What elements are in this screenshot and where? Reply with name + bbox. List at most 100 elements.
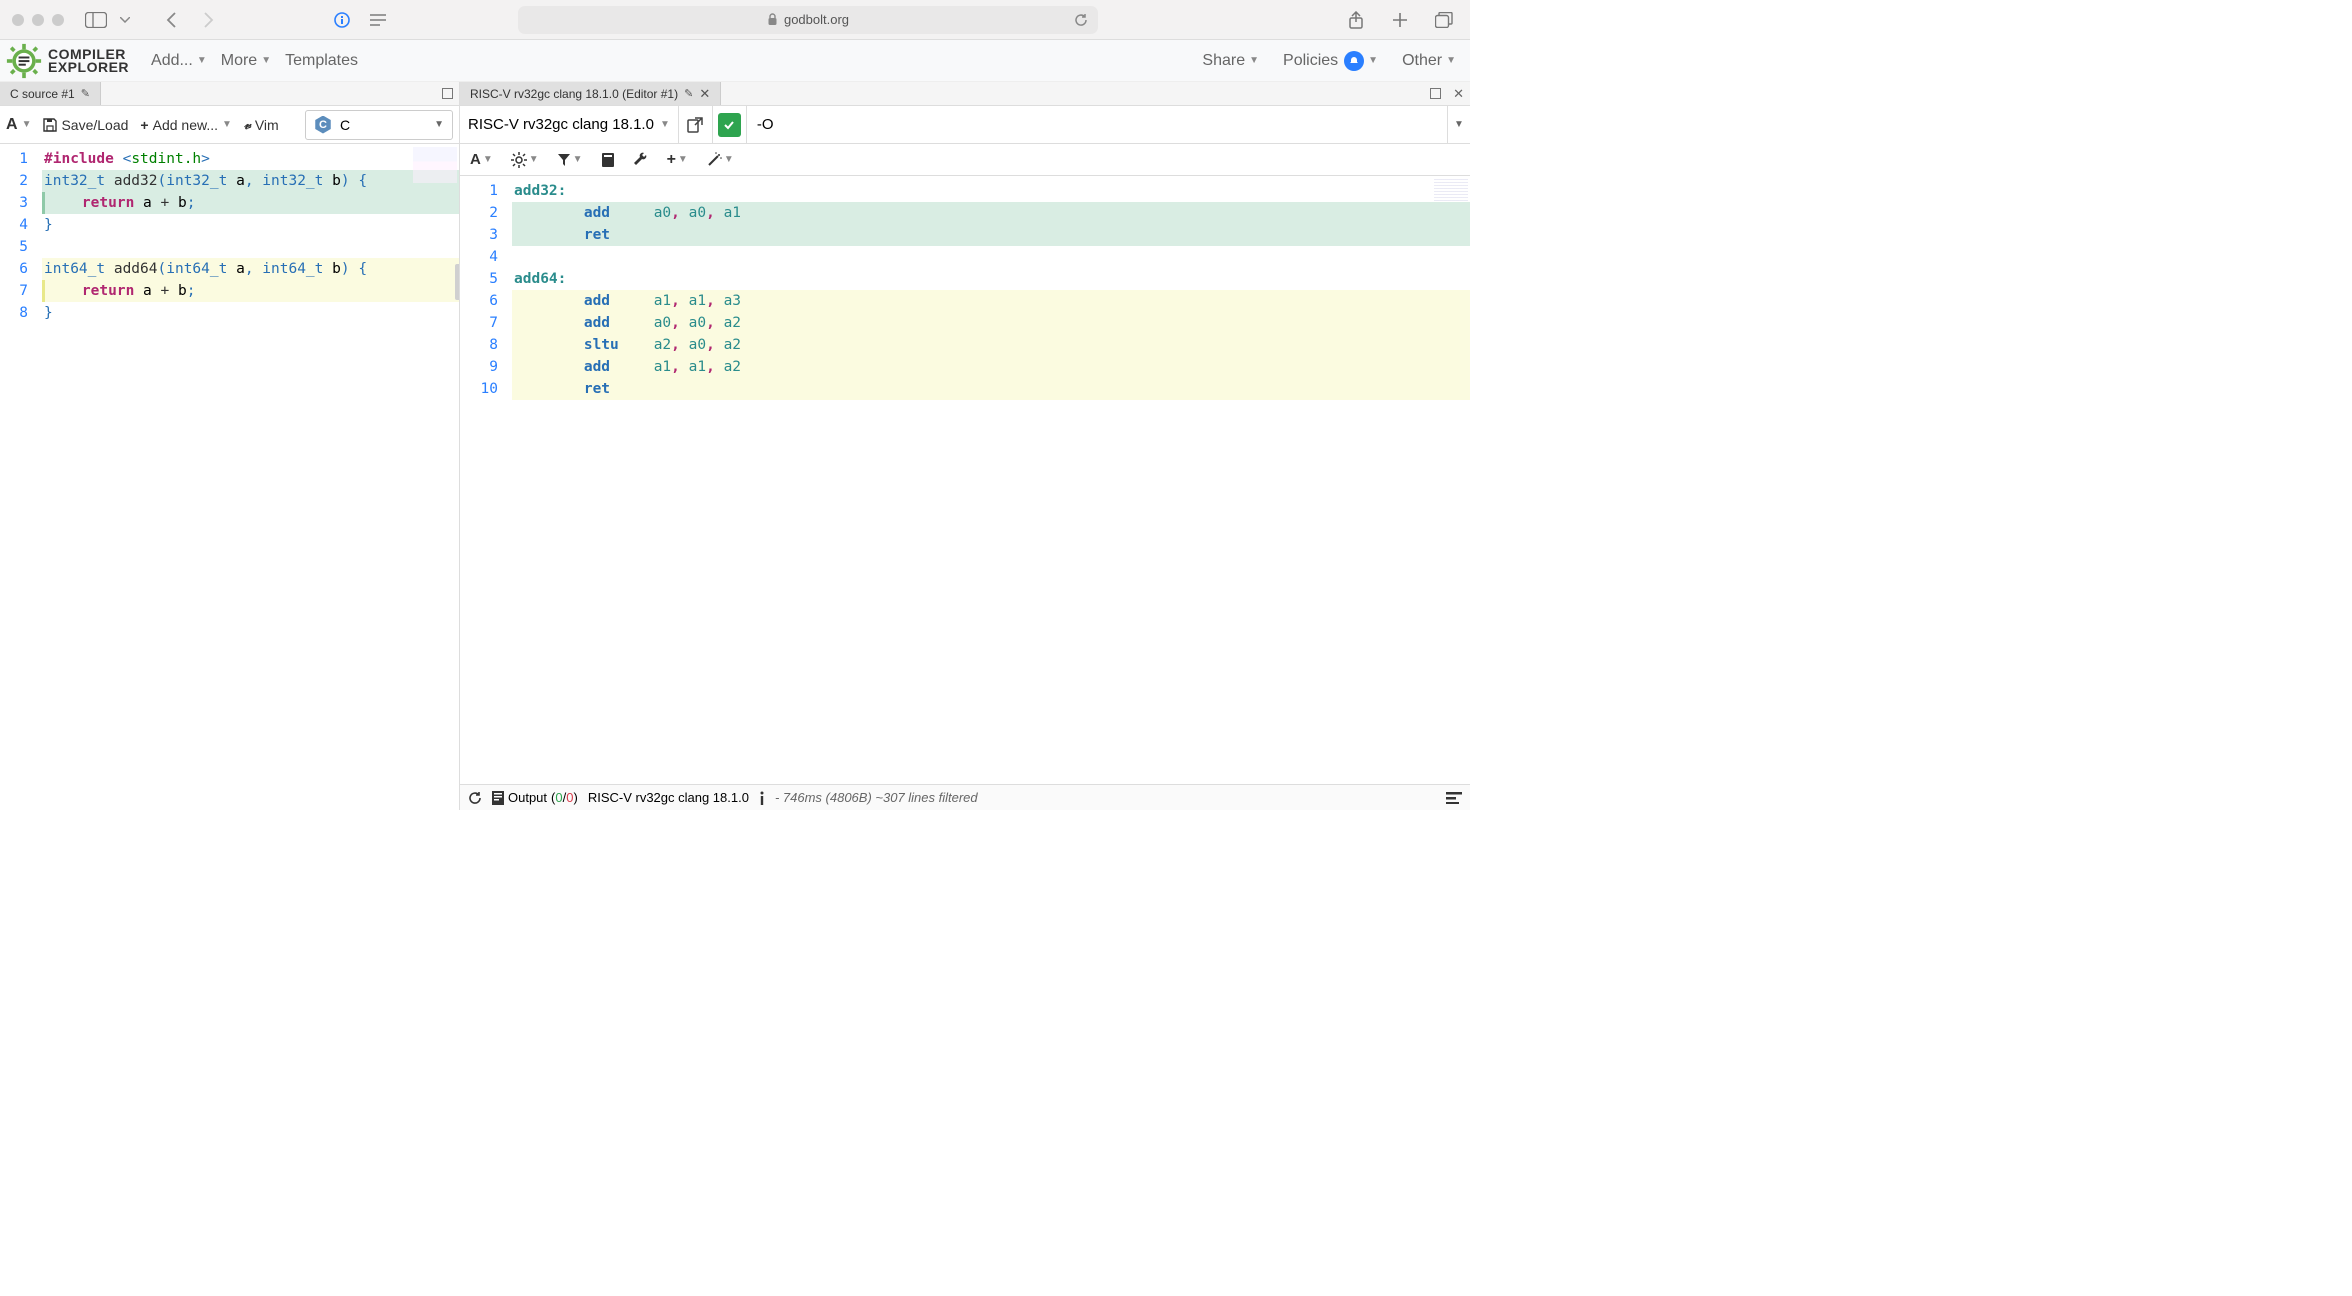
language-select[interactable]: C C ▼: [305, 110, 453, 140]
font-size-button[interactable]: A ▼: [6, 116, 31, 134]
asm-line: add a1, a1, a3: [512, 290, 1470, 312]
wrench-icon: [633, 152, 649, 168]
window-traffic-lights: [12, 14, 64, 26]
tabs-icon[interactable]: [1430, 6, 1458, 34]
maximize-window-icon[interactable]: [52, 14, 64, 26]
toggle-view-button[interactable]: [1446, 792, 1462, 804]
output-button[interactable]: Output (0/0): [492, 790, 578, 805]
tab-source-1[interactable]: C source #1 ✎: [0, 82, 101, 105]
add-new-button[interactable]: + Add new... ▼: [140, 117, 231, 133]
compiler-flags-input[interactable]: -O: [747, 106, 1448, 143]
asm-line: add32:: [512, 180, 1470, 202]
caret-down-icon: ▼: [197, 55, 207, 66]
options-button[interactable]: ▼: [511, 152, 539, 168]
new-tab-icon[interactable]: [1386, 6, 1414, 34]
caret-down-icon: ▼: [434, 119, 444, 130]
check-icon: [718, 113, 741, 137]
pencil-icon[interactable]: ✎: [81, 87, 90, 100]
app-header: COMPILER EXPLORER Add... ▼ More▼ Template…: [0, 40, 1470, 82]
minimap[interactable]: [413, 147, 457, 183]
tab-source-label: C source #1: [10, 87, 75, 101]
caret-down-icon: ▼: [660, 119, 670, 130]
reload-icon[interactable]: [1074, 13, 1088, 27]
source-code[interactable]: #include <stdint.h> int32_t add32(int32_…: [36, 144, 459, 810]
maximize-pane-icon[interactable]: [1424, 82, 1447, 105]
nav-policies[interactable]: Policies▼: [1281, 45, 1380, 77]
add-new-label: Add new...: [153, 117, 218, 133]
compiler-name-label: RISC-V rv32gc clang 18.1.0: [468, 116, 654, 133]
code-line: return a + b;: [42, 192, 459, 214]
asm-line: add a0, a0, a2: [512, 312, 1470, 334]
maximize-pane-icon[interactable]: [436, 82, 459, 105]
split-handle[interactable]: [455, 264, 459, 300]
code-line: #include <stdint.h>: [42, 148, 459, 170]
bell-icon: [1344, 51, 1364, 71]
filter-button[interactable]: ▼: [557, 153, 583, 167]
logo-line2: EXPLORER: [48, 61, 129, 74]
sidebar-dropdown-icon[interactable]: [118, 6, 132, 34]
code-line: int64_t add64(int64_t a, int64_t b) {: [42, 258, 459, 280]
code-line: }: [42, 302, 459, 324]
nav-add-label: Add...: [151, 52, 193, 70]
tab-compiler-1[interactable]: RISC-V rv32gc clang 18.1.0 (Editor #1) ✎…: [460, 82, 721, 105]
asm-line: [512, 246, 1470, 268]
compiler-pane: RISC-V rv32gc clang 18.1.0 (Editor #1) ✎…: [460, 82, 1470, 810]
close-icon[interactable]: ✕: [699, 86, 710, 102]
font-label: A: [6, 116, 18, 134]
asm-line: ret: [512, 224, 1470, 246]
asm-editor[interactable]: 12345678910 add32: add a0, a0, a1 ret ad…: [460, 176, 1470, 784]
workspace: C source #1 ✎ A ▼ Save/Load + Add new...…: [0, 82, 1470, 810]
nav-share[interactable]: Share▼: [1200, 46, 1261, 76]
asm-line: add a0, a0, a1: [512, 202, 1470, 224]
tools-button[interactable]: [633, 152, 649, 168]
gear-icon: [6, 43, 42, 79]
flags-dropdown[interactable]: ▼: [1448, 119, 1470, 130]
asm-line: add64:: [512, 268, 1470, 290]
nav-more-label: More: [221, 52, 257, 70]
code-line: }: [42, 214, 459, 236]
url-text: godbolt.org: [784, 12, 849, 27]
output-label: Output: [508, 790, 547, 805]
forward-button[interactable]: [194, 6, 222, 34]
vim-label: Vim: [255, 117, 279, 133]
asm-code[interactable]: add32: add a0, a0, a1 ret add64: add a1,…: [506, 176, 1470, 784]
nav-templates[interactable]: Templates: [283, 46, 360, 76]
save-icon: [43, 118, 57, 132]
compiler-select[interactable]: RISC-V rv32gc clang 18.1.0 ▼: [460, 106, 679, 143]
lock-icon: [767, 13, 778, 26]
save-load-button[interactable]: Save/Load: [43, 117, 128, 133]
plus-icon: +: [667, 151, 676, 169]
share-icon[interactable]: [1342, 6, 1370, 34]
close-window-icon[interactable]: [12, 14, 24, 26]
caret-down-icon: ▼: [678, 154, 688, 165]
font-size-button[interactable]: A▼: [470, 151, 493, 168]
source-editor[interactable]: 12345678 #include <stdint.h> int32_t add…: [0, 144, 459, 810]
recompile-button[interactable]: [468, 791, 482, 805]
pencil-icon[interactable]: ✎: [684, 87, 693, 100]
asm-toolbar: A▼ ▼ ▼ +▼ ▼: [460, 144, 1470, 176]
sidebar-toggle-button[interactable]: [82, 6, 110, 34]
info-button[interactable]: [759, 791, 765, 805]
reader-icon[interactable]: [364, 6, 392, 34]
nav-other-label: Other: [1402, 52, 1442, 70]
url-bar[interactable]: godbolt.org: [518, 6, 1098, 34]
nav-other[interactable]: Other▼: [1400, 46, 1458, 76]
source-tab-bar: C source #1 ✎: [0, 82, 459, 106]
vim-button[interactable]: 𝓋 Vim: [244, 116, 279, 133]
minimize-window-icon[interactable]: [32, 14, 44, 26]
overrides-button[interactable]: ▼: [706, 152, 734, 168]
status-timing: - 746ms (4806B) ~307 lines filtered: [775, 790, 978, 805]
nav-add[interactable]: Add... ▼: [149, 46, 209, 76]
caret-down-icon: ▼: [483, 154, 493, 165]
libraries-button[interactable]: [601, 152, 615, 168]
compile-status[interactable]: [713, 106, 747, 143]
asm-icon: [492, 791, 504, 805]
minimap[interactable]: [1434, 179, 1468, 201]
privacy-icon[interactable]: [328, 6, 356, 34]
app-logo[interactable]: COMPILER EXPLORER: [6, 43, 129, 79]
nav-more[interactable]: More▼: [219, 46, 273, 76]
open-external-button[interactable]: [679, 106, 713, 144]
close-pane-icon[interactable]: ✕: [1447, 82, 1470, 105]
add-view-button[interactable]: +▼: [667, 151, 688, 169]
back-button[interactable]: [158, 6, 186, 34]
